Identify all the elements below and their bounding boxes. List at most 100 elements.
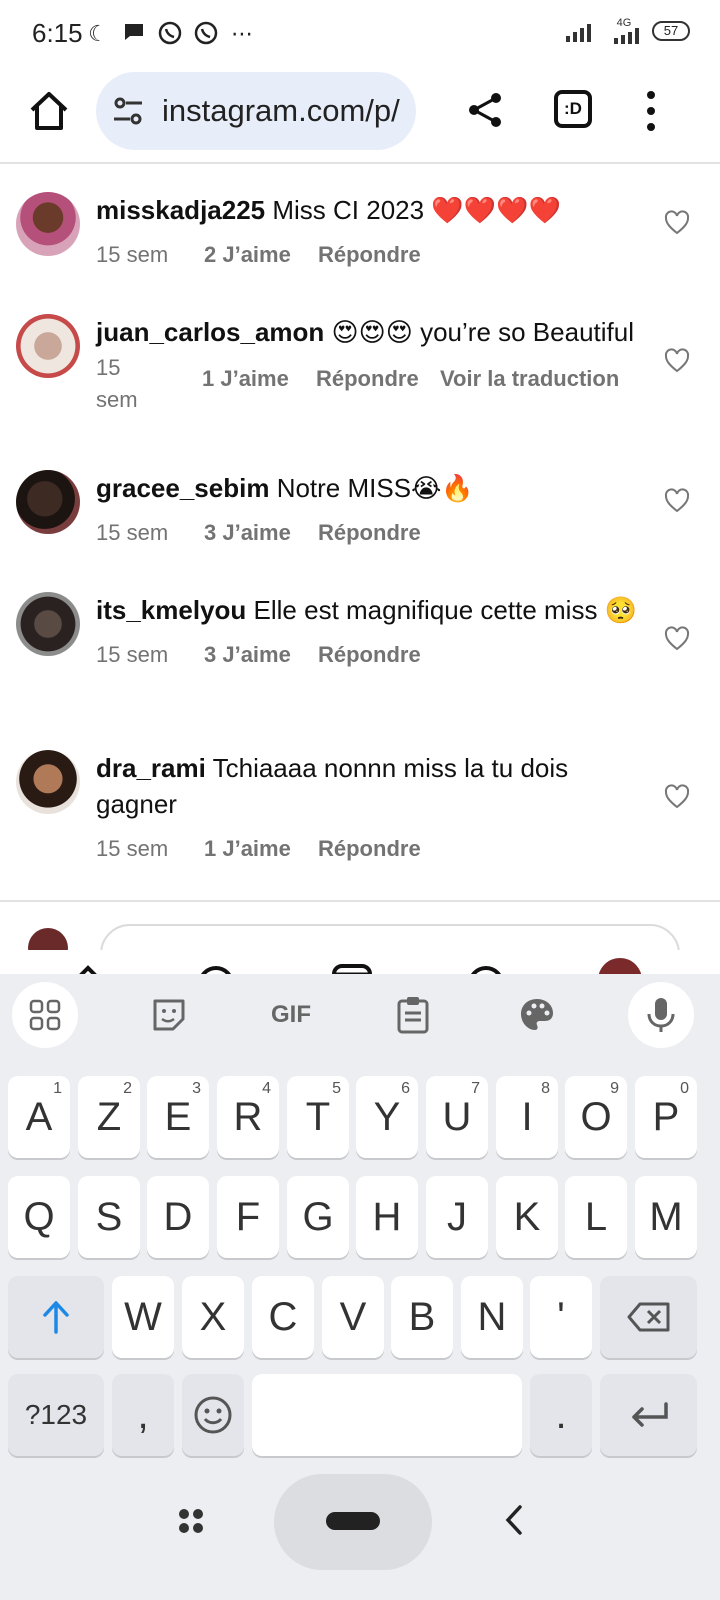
key-d[interactable]: D (147, 1176, 209, 1258)
key-c[interactable]: C (252, 1276, 314, 1358)
share-icon[interactable] (466, 90, 506, 130)
reply-button[interactable]: Répondre (318, 520, 442, 546)
like-heart-icon[interactable] (664, 626, 690, 652)
like-heart-icon[interactable] (664, 488, 690, 514)
key-f[interactable]: F (217, 1176, 279, 1258)
emoji-icon (194, 1396, 232, 1434)
key-label: G (302, 1194, 334, 1239)
system-nav-bar (0, 1474, 720, 1600)
comment-list: misskadja225 Miss CI 2023 ❤️❤️❤️❤️ 15 se… (0, 166, 720, 902)
key-l[interactable]: L (565, 1176, 627, 1258)
instagram-home-icon[interactable] (68, 960, 108, 974)
key-apostrophe[interactable]: ' (530, 1276, 592, 1358)
key-b[interactable]: B (391, 1276, 453, 1358)
key-p[interactable]: P0 (635, 1076, 697, 1158)
key-m[interactable]: M (635, 1176, 697, 1258)
address-bar[interactable]: instagram.com/p/ (96, 72, 416, 150)
comment-username[interactable]: misskadja225 (96, 195, 265, 225)
key-label: E (164, 1094, 192, 1139)
enter-key[interactable] (600, 1374, 697, 1456)
comment-username[interactable]: its_kmelyou (96, 595, 246, 625)
reply-button[interactable]: Répondre (318, 242, 442, 268)
key-v[interactable]: V (322, 1276, 384, 1358)
key-s[interactable]: S (78, 1176, 140, 1258)
key-label: C (268, 1294, 298, 1339)
key-i[interactable]: I8 (496, 1076, 558, 1158)
translate-button[interactable]: Voir la traduction (440, 366, 619, 392)
home-gesture-button[interactable] (274, 1474, 432, 1570)
sticker-icon[interactable] (136, 982, 202, 1048)
url-text[interactable]: instagram.com/p/ (162, 93, 400, 129)
comment-time: 15 sem (96, 355, 138, 412)
browser-toolbar: instagram.com/p/ :D (0, 66, 720, 164)
comment-likes[interactable]: 1 J’aime (204, 836, 318, 862)
symbols-key[interactable]: ?123 (8, 1374, 104, 1456)
gif-button[interactable]: GIF (258, 982, 324, 1048)
key-g[interactable]: G (287, 1176, 349, 1258)
clipboard-icon[interactable] (380, 982, 446, 1048)
instagram-profile-avatar[interactable] (598, 958, 642, 974)
notification-icons: ☾ ⋯ (84, 20, 256, 48)
comment-likes[interactable]: 3 J’aime (204, 642, 318, 668)
instagram-reels-icon[interactable] (330, 960, 374, 974)
key-w[interactable]: W (112, 1276, 174, 1358)
key-n[interactable]: N (461, 1276, 523, 1358)
key-e[interactable]: E3 (147, 1076, 209, 1158)
comma-key[interactable]: , (112, 1374, 174, 1456)
key-q[interactable]: Q (8, 1176, 70, 1258)
comment-likes[interactable]: 1 J’aime (202, 366, 316, 392)
instagram-messages-icon[interactable] (466, 960, 506, 974)
site-settings-icon[interactable] (110, 93, 146, 129)
period-key[interactable]: . (530, 1374, 592, 1456)
key-r[interactable]: R4 (217, 1076, 279, 1158)
key-h[interactable]: H (356, 1176, 418, 1258)
signal-4g: 4G (606, 18, 642, 44)
keyboard-switch-icon[interactable] (176, 1506, 206, 1536)
home-pill-icon (326, 1512, 380, 1530)
comment-username[interactable]: dra_rami (96, 753, 206, 783)
microphone-icon[interactable] (628, 982, 694, 1048)
status-time: 6:15 (32, 18, 83, 48)
emoji-key[interactable] (182, 1374, 244, 1456)
key-u[interactable]: U7 (426, 1076, 488, 1158)
comment-body: misskadja225 Miss CI 2023 ❤️❤️❤️❤️ 15 se… (96, 192, 656, 268)
key-label: R (233, 1094, 263, 1139)
back-icon[interactable] (502, 1504, 526, 1536)
space-key[interactable] (252, 1374, 522, 1456)
comment-text: misskadja225 Miss CI 2023 ❤️❤️❤️❤️ (96, 192, 656, 228)
key-j[interactable]: J (426, 1176, 488, 1258)
tab-switcher-button[interactable]: :D (554, 90, 592, 128)
avatar[interactable] (16, 470, 80, 534)
avatar[interactable] (16, 314, 80, 378)
key-z[interactable]: Z2 (78, 1076, 140, 1158)
like-heart-icon[interactable] (664, 210, 690, 236)
comment-username[interactable]: gracee_sebim (96, 473, 269, 503)
key-t[interactable]: T5 (287, 1076, 349, 1158)
reply-button[interactable]: Répondre (316, 366, 440, 392)
like-heart-icon[interactable] (664, 784, 690, 810)
reply-button[interactable]: Répondre (318, 836, 442, 862)
shift-key[interactable] (8, 1276, 104, 1358)
key-k[interactable]: K (496, 1176, 558, 1258)
comment-username[interactable]: juan_carlos_amon (96, 317, 324, 347)
comment-text: dra_rami Tchiaaaa nonnn miss la tu dois … (96, 750, 656, 822)
avatar[interactable] (16, 192, 80, 256)
home-icon[interactable] (26, 88, 72, 134)
instagram-search-icon[interactable] (196, 960, 236, 974)
key-o[interactable]: O9 (565, 1076, 627, 1158)
key-x[interactable]: X (182, 1276, 244, 1358)
reply-button[interactable]: Répondre (318, 642, 442, 668)
key-label: ' (557, 1294, 565, 1339)
comment-likes[interactable]: 2 J’aime (204, 242, 318, 268)
key-a[interactable]: A1 (8, 1076, 70, 1158)
comment-likes[interactable]: 3 J’aime (204, 520, 318, 546)
backspace-icon (627, 1302, 669, 1332)
backspace-key[interactable] (600, 1276, 697, 1358)
avatar[interactable] (16, 592, 80, 656)
more-options-icon[interactable] (644, 88, 658, 134)
theme-palette-icon[interactable] (504, 982, 570, 1048)
avatar[interactable] (16, 750, 80, 814)
key-y[interactable]: Y6 (356, 1076, 418, 1158)
like-heart-icon[interactable] (664, 348, 690, 374)
apps-grid-icon[interactable] (12, 982, 78, 1048)
